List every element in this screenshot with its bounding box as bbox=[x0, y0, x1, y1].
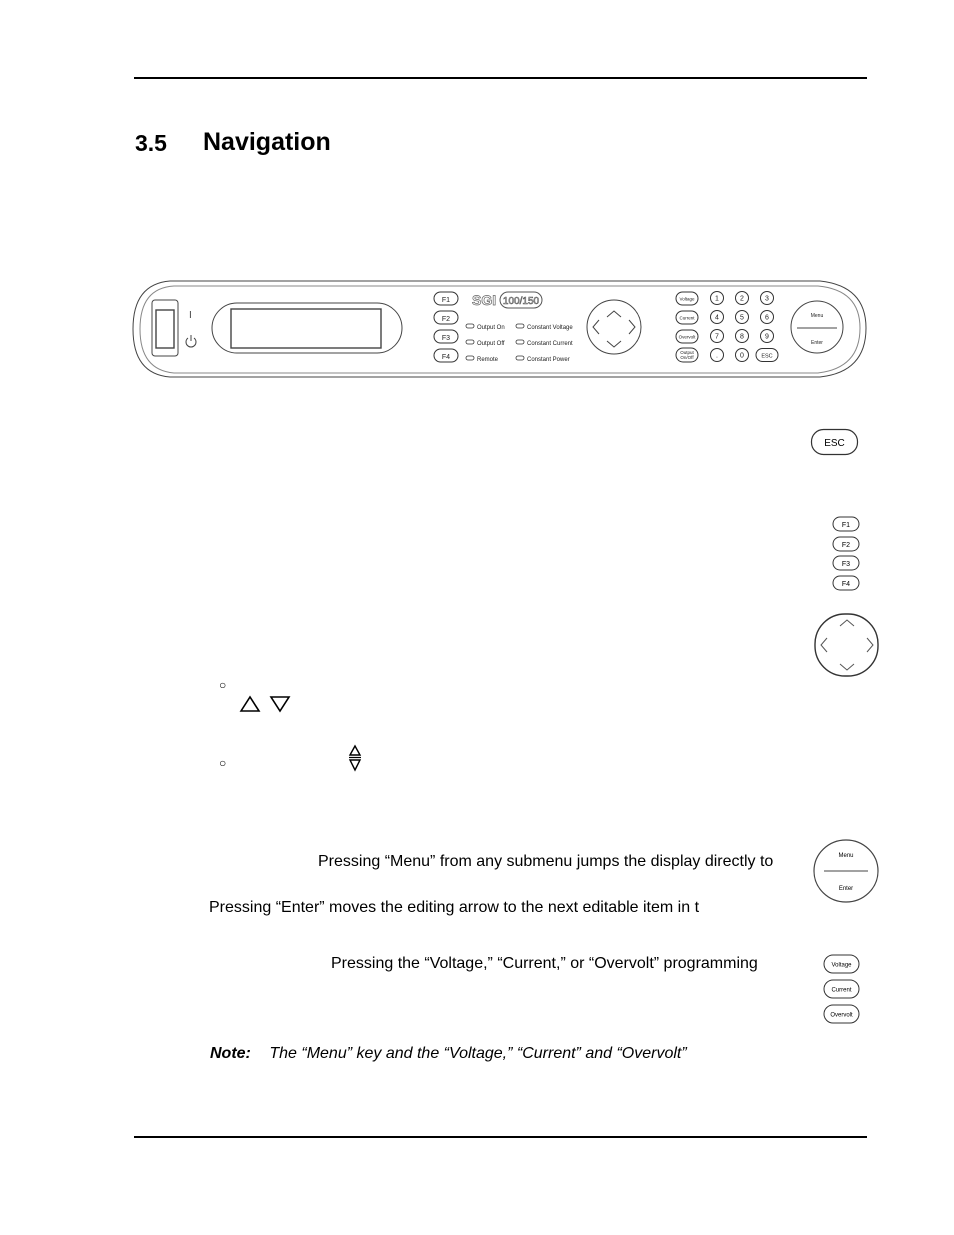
indicator-label: Output On bbox=[477, 325, 505, 331]
esc-key: ESC bbox=[810, 428, 859, 456]
panel-enter-label: Enter bbox=[811, 340, 823, 346]
panel-key-f1-label: F1 bbox=[442, 297, 450, 304]
nav-pad-illustration bbox=[814, 613, 879, 677]
header-rule bbox=[134, 77, 867, 79]
arrow-down-icon bbox=[839, 663, 855, 671]
keypad-key-label: . bbox=[716, 353, 718, 360]
standby-icon bbox=[185, 335, 197, 348]
program-keys: Voltage Current Overvolt bbox=[823, 954, 860, 1024]
indicator-label: Constant Power bbox=[527, 357, 570, 363]
note: Note: The “Menu” key and the “Voltage,” … bbox=[210, 1045, 687, 1063]
bullet-marker: ○ bbox=[219, 756, 227, 770]
power-on-symbol: I bbox=[189, 310, 192, 321]
enter-paragraph: Pressing “Enter” moves the editing arrow… bbox=[209, 899, 700, 916]
section-title: Navigation bbox=[203, 128, 331, 156]
front-panel-diagram: I F1 F2 F3 F4 SGI 100/150 Output On Outp… bbox=[132, 280, 867, 378]
keypad-key-label: 2 bbox=[740, 296, 744, 303]
brand-label: SGI bbox=[472, 292, 496, 308]
footer-rule bbox=[134, 1136, 867, 1138]
led-constant-voltage bbox=[515, 323, 525, 329]
f4-key-label: F4 bbox=[842, 581, 850, 588]
keypad-key-label: 3 bbox=[765, 296, 769, 303]
menu-key-label: Menu bbox=[838, 853, 853, 859]
nav-up-icon bbox=[606, 310, 622, 318]
overvolt-key-label: Overvolt bbox=[830, 1013, 853, 1019]
panel-key-overvolt-label: Overvolt bbox=[679, 335, 697, 340]
keypad-key-label: 0 bbox=[740, 353, 744, 360]
function-keys: F1 F2 F3 F4 bbox=[832, 516, 860, 591]
led-output-on bbox=[465, 323, 475, 329]
led-remote bbox=[465, 355, 475, 361]
keypad-key-label: 1 bbox=[715, 296, 719, 303]
toggle-updown-icon bbox=[348, 744, 362, 772]
nav-pad bbox=[586, 299, 642, 355]
esc-key-label: ESC bbox=[824, 438, 845, 449]
keypad-key-label: 4 bbox=[715, 315, 719, 322]
led-output-off bbox=[465, 339, 475, 345]
arrow-right-icon bbox=[866, 637, 874, 653]
f1-key-label: F1 bbox=[842, 522, 850, 529]
arrow-up-icon bbox=[839, 619, 855, 627]
panel-key-output-label: On/Off bbox=[680, 355, 694, 360]
f2-key-label: F2 bbox=[842, 542, 850, 549]
keypad-key-label: 5 bbox=[740, 315, 744, 322]
note-text: The “Menu” key and the “Voltage,” “Curre… bbox=[269, 1045, 687, 1062]
panel-key-f4-label: F4 bbox=[442, 354, 450, 361]
keypad: 1 2 3 4 5 6 7 8 9. 0 ESC bbox=[710, 291, 779, 362]
panel-menu-label: Menu bbox=[811, 313, 824, 319]
menu-paragraph: Pressing “Menu” from any submenu jumps t… bbox=[318, 853, 774, 870]
note-label: Note: bbox=[210, 1045, 251, 1062]
indicator-label: Remote bbox=[477, 357, 499, 363]
keypad-key-label: 7 bbox=[715, 334, 719, 341]
nav-down-icon bbox=[606, 340, 622, 348]
current-key-label: Current bbox=[831, 988, 851, 994]
led-constant-power bbox=[515, 355, 525, 361]
keypad-key-label: ESC bbox=[761, 354, 772, 360]
panel-key-voltage-label: Voltage bbox=[679, 297, 695, 302]
menu-enter-key: Menu Enter bbox=[813, 839, 879, 903]
power-switch bbox=[155, 309, 175, 349]
nav-right-icon bbox=[628, 319, 636, 335]
keypad-key-label: 9 bbox=[765, 334, 769, 341]
program-paragraph: Pressing the “Voltage,” “Current,” or “O… bbox=[331, 955, 758, 972]
panel-key-current-label: Current bbox=[679, 316, 695, 321]
model-label: 100/150 bbox=[503, 296, 540, 307]
arrow-left-icon bbox=[820, 637, 828, 653]
keypad-key-label: 6 bbox=[765, 315, 769, 322]
section-number: 3.5 bbox=[135, 130, 167, 156]
nav-left-icon bbox=[592, 319, 600, 335]
up-down-arrows-icon bbox=[239, 695, 291, 713]
bullet-marker: ○ bbox=[219, 678, 227, 692]
enter-key-label: Enter bbox=[839, 886, 853, 892]
panel-key-f3-label: F3 bbox=[442, 335, 450, 342]
display-bezel bbox=[211, 302, 403, 354]
f3-key-label: F3 bbox=[842, 561, 850, 568]
indicator-label: Output Off bbox=[477, 341, 505, 347]
indicator-label: Constant Voltage bbox=[527, 325, 573, 331]
voltage-key-label: Voltage bbox=[831, 963, 852, 969]
keypad-key-label: 8 bbox=[740, 334, 744, 341]
led-constant-current bbox=[515, 339, 525, 345]
indicator-label: Constant Current bbox=[527, 341, 573, 347]
lcd-display bbox=[230, 308, 382, 349]
panel-key-f2-label: F2 bbox=[442, 316, 450, 323]
